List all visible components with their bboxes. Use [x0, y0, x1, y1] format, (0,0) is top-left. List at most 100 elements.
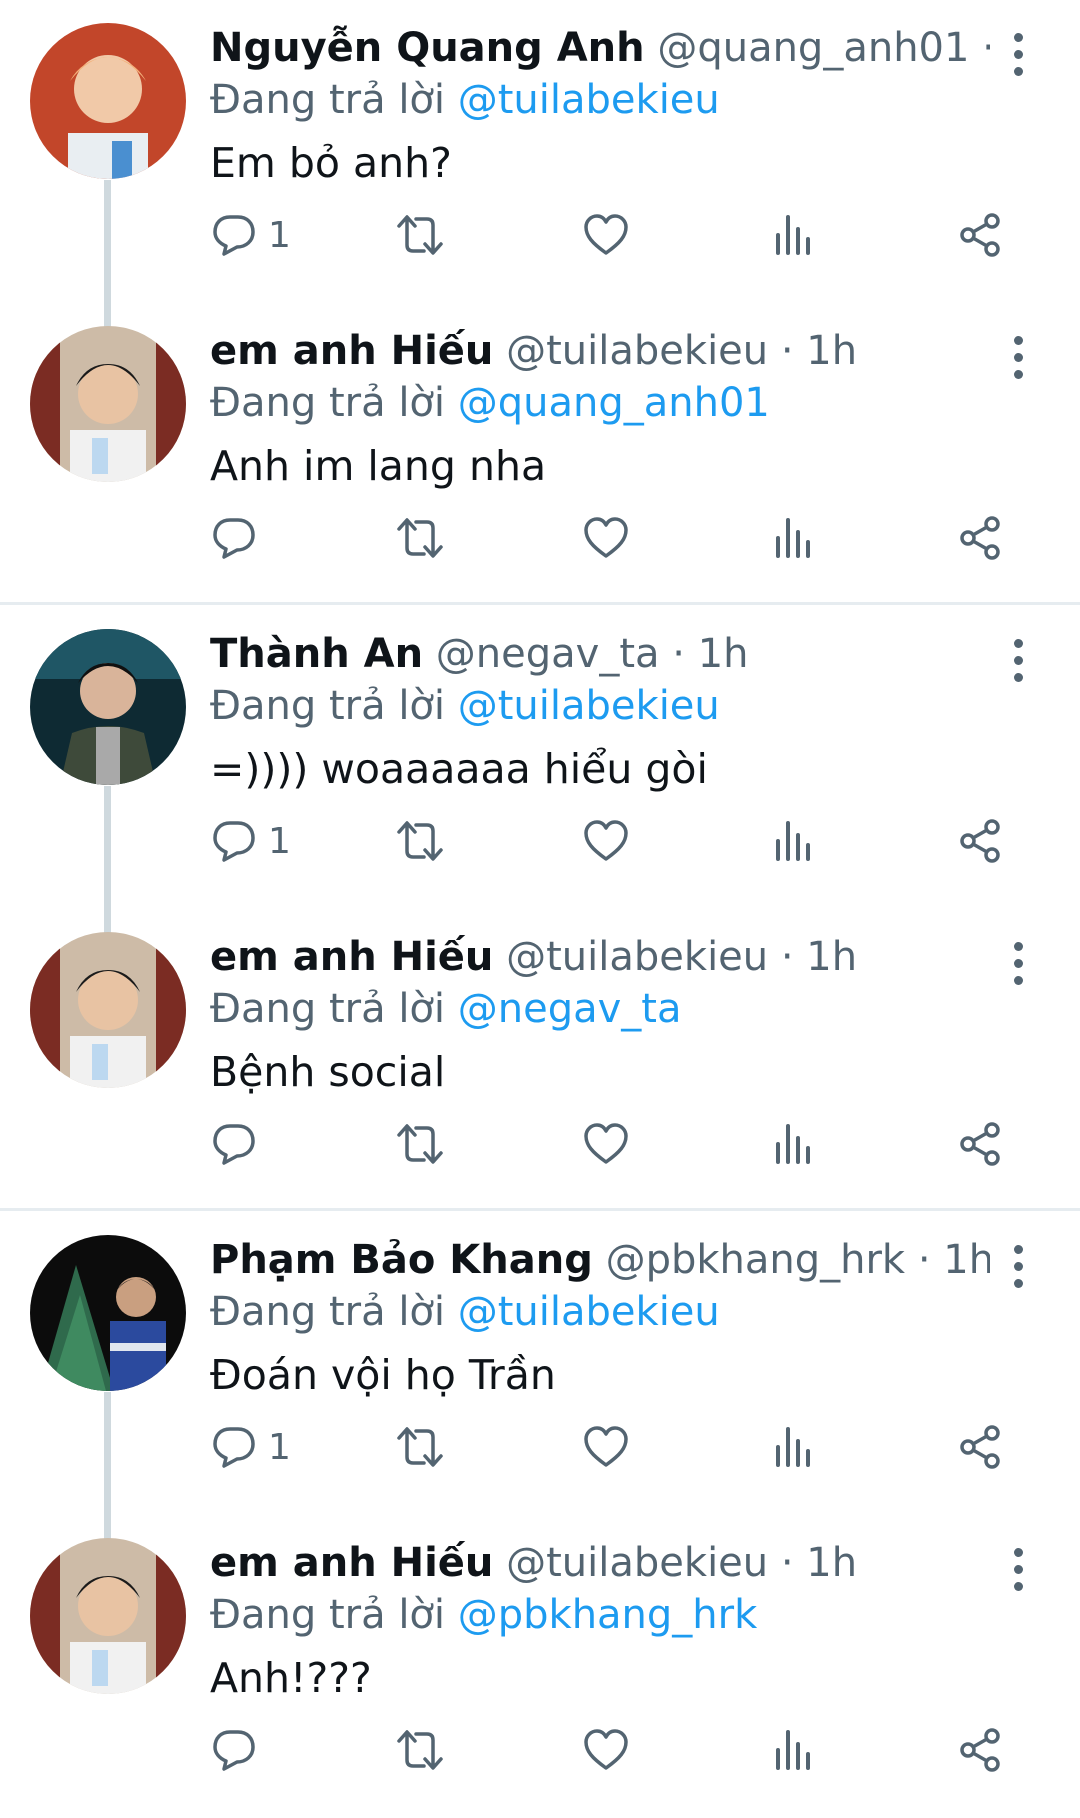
retweet-icon [397, 1124, 443, 1164]
tweet[interactable]: em anh Hiếu @tuilabekieu · 1h Đang trả l… [0, 909, 1080, 1212]
mention-link[interactable]: @tuilabekieu [458, 1289, 720, 1335]
share-button[interactable] [956, 205, 1004, 265]
timestamp[interactable]: 1h [806, 934, 857, 980]
retweet-button[interactable] [396, 508, 444, 568]
timestamp[interactable]: 1h [943, 1237, 990, 1283]
like-button[interactable] [582, 205, 630, 265]
avatar[interactable] [30, 932, 186, 1088]
retweet-button[interactable] [396, 1720, 444, 1780]
retweet-button[interactable] [396, 1114, 444, 1174]
user-handle[interactable]: @negav_ta [436, 631, 660, 677]
share-button[interactable] [956, 1417, 1004, 1477]
user-handle[interactable]: @pbkhang_hrk [606, 1237, 906, 1283]
tweet[interactable]: Thành An @negav_ta · 1h Đang trả lời @tu… [0, 606, 1080, 933]
more-vertical-icon[interactable] [1000, 636, 1036, 682]
tweet-actions [210, 1720, 1030, 1780]
views-button[interactable] [770, 1720, 818, 1780]
heart-icon [584, 1729, 628, 1770]
share-icon [960, 1122, 1000, 1166]
avatar[interactable] [30, 1235, 186, 1391]
views-button[interactable] [770, 205, 818, 265]
like-button[interactable] [582, 1114, 630, 1174]
views-button[interactable] [770, 811, 818, 871]
replying-to: Đang trả lời @negav_ta [210, 983, 1040, 1035]
mention-link[interactable]: @tuilabekieu [458, 683, 720, 729]
reply-icon [213, 1427, 255, 1468]
reply-button[interactable] [210, 1114, 268, 1174]
mention-link[interactable]: @quang_anh01 [458, 380, 770, 426]
reply-icon [213, 215, 255, 256]
user-handle[interactable]: @tuilabekieu [506, 1540, 768, 1586]
avatar[interactable] [30, 629, 186, 785]
avatar[interactable] [30, 23, 186, 179]
tweet-text: Đoán vội họ Trần [210, 1351, 556, 1399]
more-vertical-icon[interactable] [1000, 333, 1036, 379]
user-handle[interactable]: @tuilabekieu [506, 328, 768, 374]
retweet-button[interactable] [396, 811, 444, 871]
avatar[interactable] [30, 1538, 186, 1694]
avatar[interactable] [30, 326, 186, 482]
separator-dot: · [780, 328, 794, 374]
tweet-actions: 1 [210, 811, 1030, 871]
share-button[interactable] [956, 508, 1004, 568]
heart-icon [584, 820, 628, 861]
views-icon [776, 215, 810, 255]
tweet-header: Thành An @negav_ta · 1h [210, 628, 990, 680]
reply-button[interactable]: 1 [210, 205, 291, 265]
reply-button[interactable] [210, 508, 268, 568]
views-button[interactable] [770, 508, 818, 568]
mention-link[interactable]: @negav_ta [458, 986, 682, 1032]
like-button[interactable] [582, 1720, 630, 1780]
retweet-icon [397, 215, 443, 255]
timestamp[interactable]: 1h [806, 328, 857, 374]
reply-button[interactable]: 1 [210, 811, 291, 871]
retweet-button[interactable] [396, 1417, 444, 1477]
more-vertical-icon[interactable] [1000, 939, 1036, 985]
share-icon [960, 516, 1000, 560]
tweet[interactable]: Phạm Bảo Khang @pbkhang_hrk · 1h Đang tr… [0, 1212, 1080, 1539]
replying-to-label: Đang trả lời [210, 1289, 446, 1335]
views-icon [776, 1730, 810, 1770]
reply-icon [213, 821, 255, 862]
mention-link[interactable]: @pbkhang_hrk [458, 1592, 758, 1638]
display-name[interactable]: em anh Hiếu [210, 1540, 493, 1586]
timestamp[interactable]: 1h [806, 1540, 857, 1586]
display-name[interactable]: em anh Hiếu [210, 328, 493, 374]
replying-to-label: Đang trả lời [210, 77, 446, 123]
thread-separator [0, 1208, 1080, 1211]
reply-button[interactable]: 1 [210, 1417, 291, 1477]
user-handle[interactable]: @tuilabekieu [506, 934, 768, 980]
tweet[interactable]: em anh Hiếu @tuilabekieu · 1h Đang trả l… [0, 303, 1080, 606]
views-button[interactable] [770, 1114, 818, 1174]
share-button[interactable] [956, 811, 1004, 871]
share-button[interactable] [956, 1720, 1004, 1780]
separator-dot: · [672, 631, 685, 677]
more-vertical-icon[interactable] [1000, 1545, 1036, 1591]
display-name[interactable]: Thành An [210, 631, 423, 677]
tweet[interactable]: em anh Hiếu @tuilabekieu · 1h Đang trả l… [0, 1515, 1080, 1818]
retweet-button[interactable] [396, 205, 444, 265]
timestamp[interactable]: 1h [698, 631, 749, 677]
replying-to: Đang trả lời @pbkhang_hrk [210, 1589, 1040, 1641]
display-name[interactable]: Phạm Bảo Khang [210, 1237, 593, 1283]
like-button[interactable] [582, 1417, 630, 1477]
tweet-text: Anh im lang nha [210, 442, 547, 490]
replying-to-label: Đang trả lời [210, 683, 446, 729]
tweet-header: em anh Hiếu @tuilabekieu · 1h [210, 325, 990, 377]
more-vertical-icon[interactable] [1000, 30, 1036, 76]
replying-to: Đang trả lời @quang_anh01 [210, 377, 1040, 429]
replying-to: Đang trả lời @tuilabekieu [210, 1286, 1040, 1338]
share-button[interactable] [956, 1114, 1004, 1174]
user-handle[interactable]: @quang_anh01 [657, 25, 969, 71]
like-button[interactable] [582, 508, 630, 568]
display-name[interactable]: Nguyễn Quang Anh [210, 25, 645, 71]
reply-button[interactable] [210, 1720, 268, 1780]
mention-link[interactable]: @tuilabekieu [458, 77, 720, 123]
more-vertical-icon[interactable] [1000, 1242, 1036, 1288]
tweet[interactable]: Nguyễn Quang Anh @quang_anh01 · … Đang t… [0, 0, 1080, 327]
views-icon [776, 518, 810, 558]
views-button[interactable] [770, 1417, 818, 1477]
retweet-icon [397, 1427, 443, 1467]
like-button[interactable] [582, 811, 630, 871]
display-name[interactable]: em anh Hiếu [210, 934, 493, 980]
